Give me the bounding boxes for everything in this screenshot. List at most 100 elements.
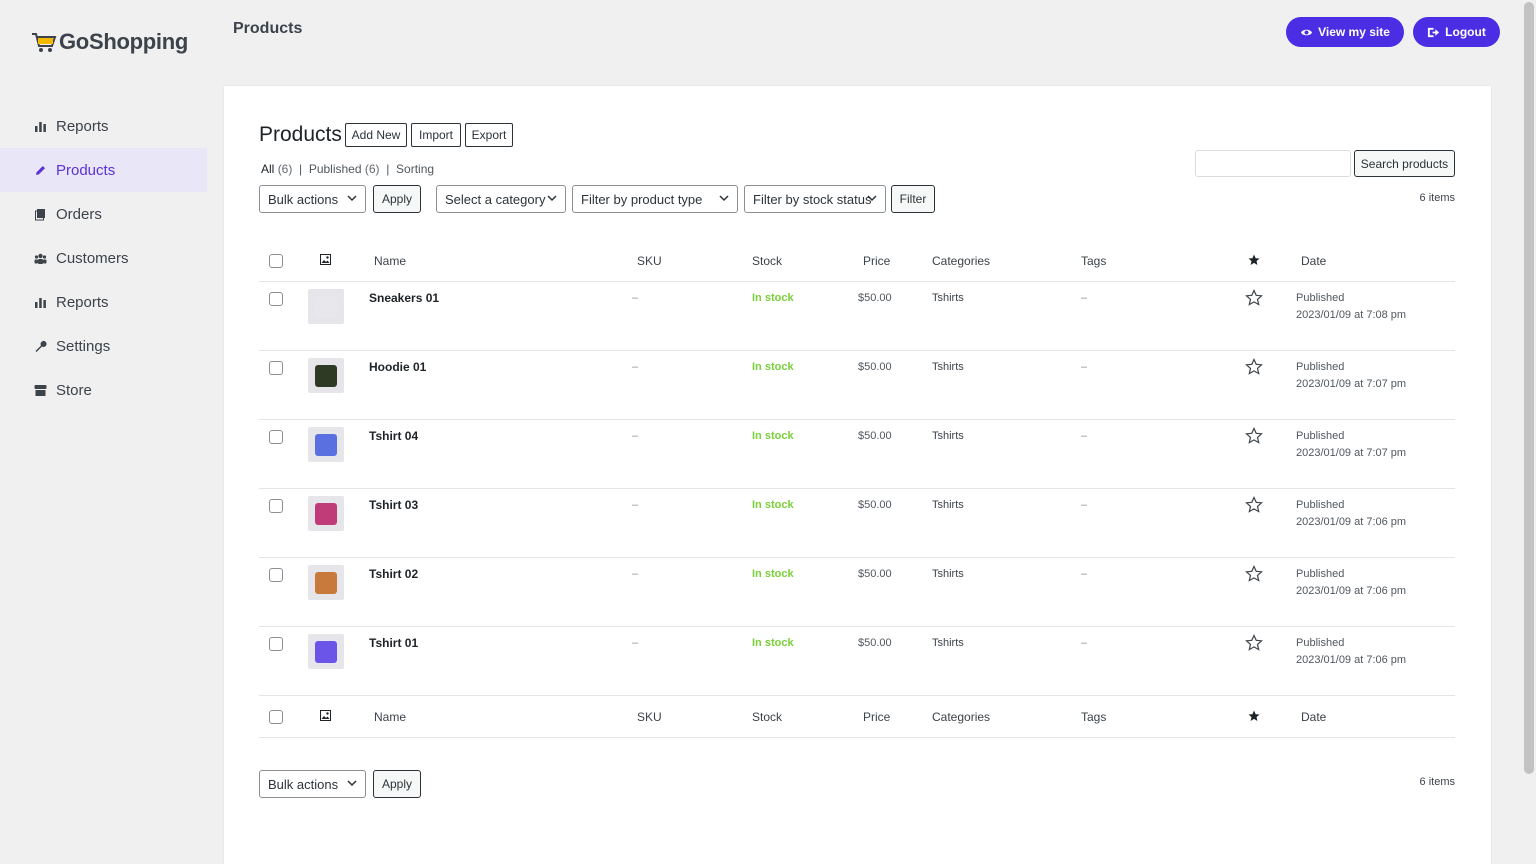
tags-value: – <box>1081 430 1088 442</box>
featured-star-icon[interactable] <box>1248 710 1260 722</box>
filter-button[interactable]: Filter <box>891 185 935 213</box>
product-thumbnail[interactable] <box>308 289 344 324</box>
sku-value: – <box>632 499 639 511</box>
category-link[interactable]: Tshirts <box>932 568 964 580</box>
logout-button[interactable]: Logout <box>1413 17 1500 47</box>
sidebar-item-orders[interactable]: Orders <box>0 192 207 236</box>
chevron-down-icon <box>719 195 729 202</box>
sidebar-item-customers[interactable]: Customers <box>0 236 207 280</box>
price-value: $50.00 <box>858 568 892 580</box>
bar-chart-icon <box>33 119 47 133</box>
product-image-swatch <box>315 503 337 525</box>
category-link[interactable]: Tshirts <box>932 430 964 442</box>
col-name-footer[interactable]: Name <box>374 710 406 724</box>
export-button[interactable]: Export <box>465 123 513 147</box>
featured-star-icon[interactable] <box>1248 254 1260 266</box>
add-new-button[interactable]: Add New <box>345 123 407 147</box>
stock-status: In stock <box>752 568 794 580</box>
product-name-link[interactable]: Tshirt 02 <box>369 567 418 581</box>
search-input[interactable] <box>1195 150 1351 177</box>
category-link[interactable]: Tshirts <box>932 637 964 649</box>
sku-value: – <box>632 361 639 373</box>
price-value: $50.00 <box>858 430 892 442</box>
wrench-icon <box>33 339 47 353</box>
featured-toggle-star-icon[interactable] <box>1245 289 1263 307</box>
tags-value: – <box>1081 499 1088 511</box>
sidebar-item-label: Settings <box>56 337 111 355</box>
col-sku-footer[interactable]: SKU <box>637 710 662 724</box>
bulk-actions-select[interactable]: Bulk actions <box>259 185 366 213</box>
table-row: Tshirt 04 – In stock $50.00 Tshirts – Pu… <box>259 420 1455 489</box>
featured-toggle-star-icon[interactable] <box>1245 565 1263 583</box>
apply-button-bottom[interactable]: Apply <box>373 770 421 798</box>
product-image-swatch <box>315 572 337 594</box>
category-select[interactable]: Select a category <box>436 185 566 213</box>
row-checkbox[interactable] <box>269 499 283 513</box>
product-thumbnail[interactable] <box>308 496 344 531</box>
product-thumbnail[interactable] <box>308 358 344 393</box>
sidebar-item-reports-2[interactable]: Reports <box>0 280 207 324</box>
select-all-checkbox[interactable] <box>269 254 283 268</box>
publish-date: 2023/01/09 at 7:06 pm <box>1296 654 1407 666</box>
featured-toggle-star-icon[interactable] <box>1245 634 1263 652</box>
products-card: Products Add New Import Export All (6) |… <box>224 86 1491 864</box>
publish-date: 2023/01/09 at 7:07 pm <box>1296 378 1407 390</box>
logout-label: Logout <box>1445 25 1486 39</box>
col-price[interactable]: Price <box>863 254 890 268</box>
product-name-link[interactable]: Tshirt 01 <box>369 636 418 650</box>
stock-status: In stock <box>752 430 794 442</box>
product-name-link[interactable]: Sneakers 01 <box>369 291 439 305</box>
col-price-footer[interactable]: Price <box>863 710 890 724</box>
category-link[interactable]: Tshirts <box>932 292 964 304</box>
sidebar-item-settings[interactable]: Settings <box>0 324 207 368</box>
product-image-swatch <box>315 434 337 456</box>
col-sku[interactable]: SKU <box>637 254 662 268</box>
row-checkbox[interactable] <box>269 430 283 444</box>
cart-icon <box>32 33 57 52</box>
row-checkbox[interactable] <box>269 568 283 582</box>
price-value: $50.00 <box>858 499 892 511</box>
separator: | <box>386 162 390 176</box>
chevron-down-icon <box>867 195 877 202</box>
row-checkbox[interactable] <box>269 292 283 306</box>
featured-toggle-star-icon[interactable] <box>1245 427 1263 445</box>
product-name-link[interactable]: Hoodie 01 <box>369 360 426 374</box>
col-name[interactable]: Name <box>374 254 406 268</box>
category-link[interactable]: Tshirts <box>932 361 964 373</box>
table-row: Tshirt 01 – In stock $50.00 Tshirts – Pu… <box>259 627 1455 696</box>
view-published-link[interactable]: Published (6) <box>309 162 380 176</box>
app-logo[interactable]: GoShopping <box>30 28 188 56</box>
select-all-checkbox-footer[interactable] <box>269 710 283 724</box>
sku-value: – <box>632 568 639 580</box>
product-thumbnail[interactable] <box>308 427 344 462</box>
category-link[interactable]: Tshirts <box>932 499 964 511</box>
col-date[interactable]: Date <box>1301 254 1326 268</box>
featured-toggle-star-icon[interactable] <box>1245 496 1263 514</box>
pencil-icon <box>33 163 47 177</box>
col-stock-footer: Stock <box>752 710 783 724</box>
product-image <box>308 289 344 324</box>
featured-toggle-star-icon[interactable] <box>1245 358 1263 376</box>
image-icon <box>320 254 331 265</box>
product-type-select[interactable]: Filter by product type <box>572 185 738 213</box>
page-scrollbar[interactable] <box>1524 2 1534 774</box>
col-date-footer[interactable]: Date <box>1301 710 1326 724</box>
import-button[interactable]: Import <box>411 123 461 147</box>
stock-status-select[interactable]: Filter by stock status <box>744 185 886 213</box>
view-sorting-link[interactable]: Sorting <box>396 162 434 176</box>
product-name-link[interactable]: Tshirt 03 <box>369 498 418 512</box>
sidebar-item-store[interactable]: Store <box>0 368 207 412</box>
sidebar-item-reports[interactable]: Reports <box>0 104 207 148</box>
apply-button[interactable]: Apply <box>373 185 421 213</box>
product-name-link[interactable]: Tshirt 04 <box>369 429 418 443</box>
search-products-button[interactable]: Search products <box>1354 150 1455 177</box>
product-thumbnail[interactable] <box>308 634 344 669</box>
view-site-button[interactable]: View my site <box>1286 17 1404 47</box>
users-icon <box>33 251 47 265</box>
row-checkbox[interactable] <box>269 361 283 375</box>
sidebar-item-products[interactable]: Products <box>0 148 207 192</box>
bulk-actions-select-bottom[interactable]: Bulk actions <box>259 770 366 798</box>
row-checkbox[interactable] <box>269 637 283 651</box>
view-all-link[interactable]: All (6) <box>261 162 292 176</box>
product-thumbnail[interactable] <box>308 565 344 600</box>
